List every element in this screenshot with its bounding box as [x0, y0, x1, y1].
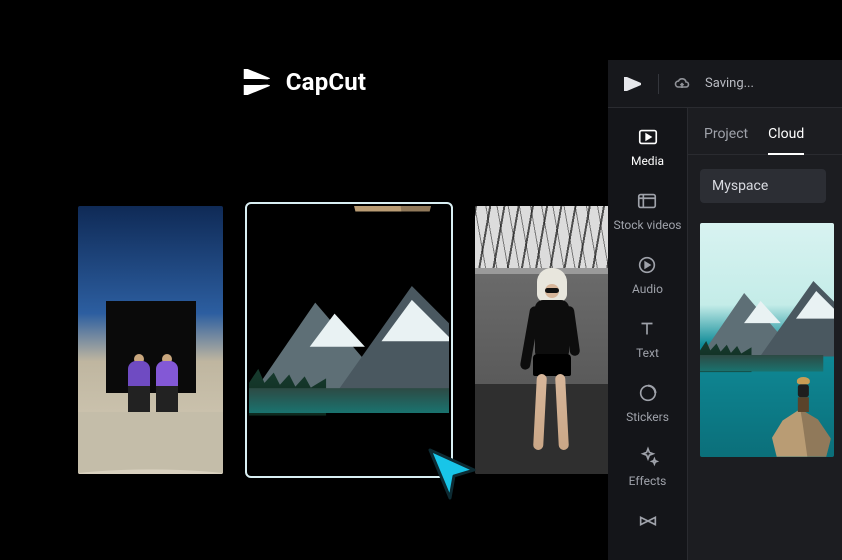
editor-content: Project Cloud Myspace: [688, 108, 842, 560]
editor-panel: Saving... Media Stock videos Audio Text …: [608, 60, 842, 560]
rail-label: Audio: [632, 282, 663, 296]
tab-label: Cloud: [768, 126, 804, 142]
side-rail: Media Stock videos Audio Text Stickers E…: [608, 108, 688, 560]
text-icon: [636, 318, 658, 340]
cloud-asset-thumbnail[interactable]: [700, 223, 834, 457]
effects-icon: [637, 446, 659, 468]
rail-label: Effects: [629, 474, 667, 488]
tab-cloud[interactable]: Cloud: [768, 120, 804, 154]
rail-effects[interactable]: Effects: [629, 446, 667, 488]
tab-label: Project: [704, 126, 748, 142]
rail-stock-videos[interactable]: Stock videos: [613, 190, 681, 232]
cursor-icon: [426, 448, 478, 502]
save-status: Saving...: [705, 76, 754, 91]
thumbnail-2-selected[interactable]: [249, 206, 449, 474]
tab-project[interactable]: Project: [704, 120, 748, 154]
thumbnail-row: [78, 206, 620, 474]
app-logo: CapCut: [242, 65, 367, 99]
rail-audio[interactable]: Audio: [632, 254, 663, 296]
rail-text[interactable]: Text: [636, 318, 659, 360]
app-logo-text: CapCut: [286, 68, 367, 96]
transitions-icon: [637, 510, 659, 532]
breadcrumb[interactable]: Myspace: [700, 169, 826, 203]
capcut-logo-icon: [242, 65, 276, 99]
rail-label: Media: [631, 154, 664, 168]
content-tabs: Project Cloud: [688, 120, 842, 155]
topbar-divider: [658, 74, 659, 94]
stickers-icon: [637, 382, 659, 404]
cloud-sync-icon: [673, 75, 691, 93]
breadcrumb-label: Myspace: [712, 178, 768, 194]
rail-label: Stickers: [626, 410, 669, 424]
rail-transitions[interactable]: [637, 510, 659, 538]
rail-stickers[interactable]: Stickers: [626, 382, 669, 424]
stock-videos-icon: [636, 190, 658, 212]
rail-label: Stock videos: [613, 218, 681, 232]
media-icon: [637, 126, 659, 148]
thumbnail-1[interactable]: [78, 206, 223, 474]
rail-media[interactable]: Media: [631, 126, 664, 168]
thumbnail-3[interactable]: [475, 206, 620, 474]
editor-topbar: Saving...: [608, 60, 842, 108]
audio-icon: [636, 254, 658, 276]
gallery-panel: CapCut: [0, 0, 608, 560]
rail-label: Text: [636, 346, 659, 360]
capcut-app-icon[interactable]: [622, 73, 644, 95]
